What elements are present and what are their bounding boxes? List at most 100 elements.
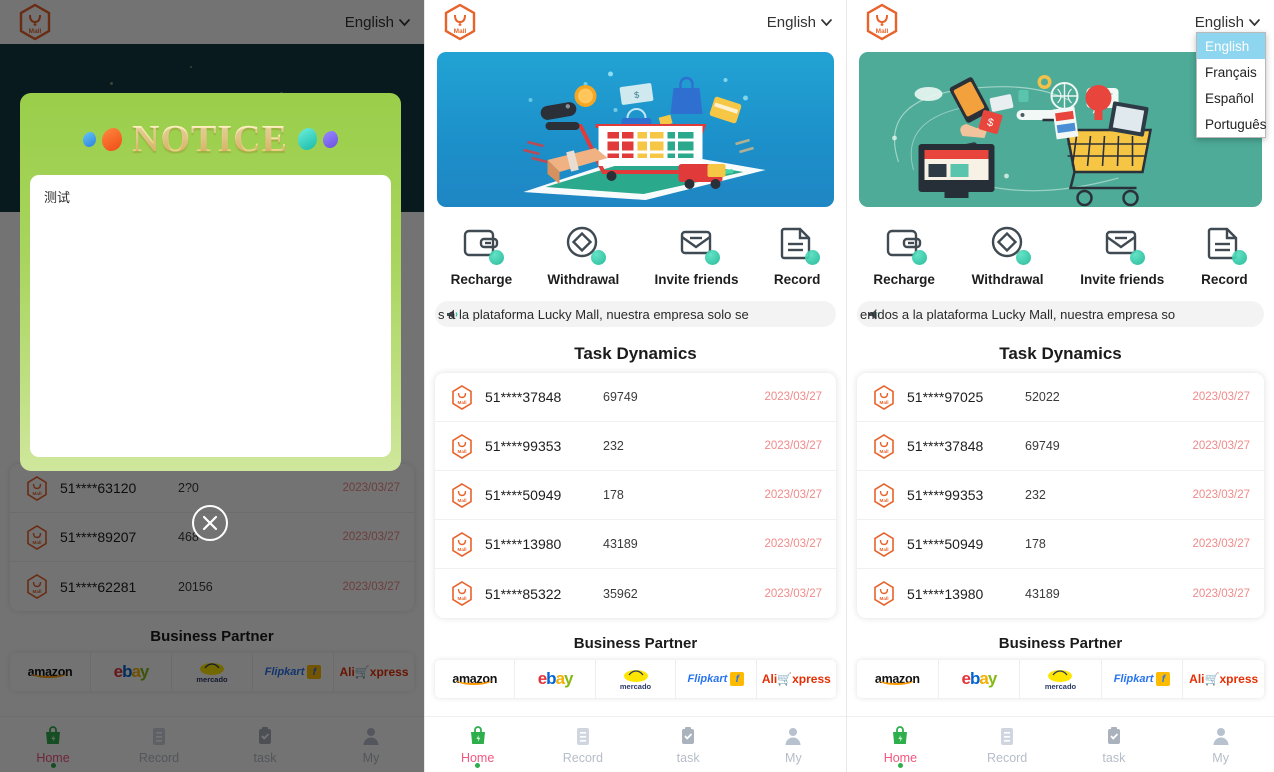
table-row[interactable]: Mall 51****99353 232 2023/03/27 <box>435 422 836 471</box>
clipboard-icon <box>995 724 1019 748</box>
nav-item-home[interactable]: Home <box>847 717 954 772</box>
table-row[interactable]: Mall 51****85322 35962 2023/03/27 <box>435 569 836 618</box>
action-record[interactable]: Record <box>774 223 820 287</box>
partner-ebay[interactable]: ebay <box>939 660 1021 698</box>
nav-item-record[interactable]: Record <box>954 717 1061 772</box>
language-label: English <box>766 13 816 31</box>
partner-flipkart[interactable]: Flipkartf <box>676 660 757 698</box>
date: 2023/03/27 <box>1192 440 1250 452</box>
quick-actions-right: Recharge Withdrawal Invite friends Recor… <box>847 207 1274 297</box>
table-row[interactable]: Mall 51****50949 178 2023/03/27 <box>857 520 1264 569</box>
svg-text:Mall: Mall <box>880 498 889 503</box>
partner-amazon[interactable]: amazon <box>857 660 939 698</box>
language-dropdown-menu[interactable]: English Français Español Português <box>1196 32 1267 138</box>
action-label: Recharge <box>450 272 513 287</box>
language-option-espanol[interactable]: Español <box>1197 85 1265 111</box>
document-icon <box>1204 223 1248 265</box>
svg-text:Mall: Mall <box>880 596 889 601</box>
nav-item-task[interactable]: task <box>1061 717 1168 772</box>
user-id: 51****99353 <box>907 487 984 503</box>
action-recharge[interactable]: Recharge <box>450 223 513 287</box>
action-label: Invite friends <box>1080 272 1165 287</box>
action-record[interactable]: Record <box>1201 223 1248 287</box>
svg-text:Mall: Mall <box>880 400 889 405</box>
date: 2023/03/27 <box>764 489 822 501</box>
active-indicator <box>475 763 481 768</box>
date: 2023/03/27 <box>1192 587 1250 600</box>
date: 2023/03/27 <box>764 391 822 403</box>
announcement-marquee-right[interactable]: enidos a la plataforma Lucky Mall, nuest… <box>857 301 1264 327</box>
user-avatar-icon: Mall <box>451 581 473 606</box>
language-option-francais[interactable]: Français <box>1197 59 1265 85</box>
promo-banner-blue[interactable]: $ <box>437 52 834 207</box>
nav-label: task <box>1102 751 1126 765</box>
partner-aliexpress[interactable]: Ali🛒xpress <box>1183 660 1264 698</box>
table-row[interactable]: Mall 51****50949 178 2023/03/27 <box>435 471 836 520</box>
action-recharge[interactable]: Recharge <box>873 223 935 287</box>
action-invite-friends[interactable]: Invite friends <box>655 223 739 287</box>
user-avatar-icon: Mall <box>873 482 895 508</box>
action-withdrawal[interactable]: Withdrawal <box>972 223 1044 287</box>
user-id: 51****50949 <box>485 487 562 503</box>
language-option-portugues[interactable]: Português <box>1197 111 1267 137</box>
nav-item-task[interactable]: task <box>636 717 741 772</box>
task-icon <box>1102 724 1126 748</box>
table-row[interactable]: Mall 51****37848 69749 2023/03/27 <box>435 373 836 422</box>
notice-header: NOTICE <box>30 103 391 175</box>
action-withdrawal[interactable]: Withdrawal <box>547 223 619 287</box>
amount: 43189 <box>603 537 638 551</box>
action-invite-friends[interactable]: Invite friends <box>1080 223 1164 287</box>
quick-actions-middle: Recharge Withdrawal Invite friends Recor… <box>425 207 846 297</box>
app-viewport-middle: Mall English $ Recharge Withdrawal Invit… <box>424 0 846 772</box>
table-row[interactable]: Mall 51****37848 69749 2023/03/27 <box>857 422 1264 471</box>
svg-text:Mall: Mall <box>876 28 889 35</box>
partner-mercado[interactable]: mercado <box>596 660 677 698</box>
amount: 178 <box>1025 537 1046 551</box>
partner-mercado[interactable]: mercado <box>1020 660 1102 698</box>
date: 2023/03/27 <box>1192 391 1250 403</box>
svg-text:Mall: Mall <box>458 498 467 503</box>
partner-aliexpress[interactable]: Ali🛒xpress <box>757 660 836 698</box>
partner-amazon[interactable]: amazon <box>435 660 516 698</box>
language-selector-middle[interactable]: English <box>767 14 832 31</box>
action-label: Recharge <box>873 272 935 287</box>
table-row[interactable]: Mall 51****13980 43189 2023/03/27 <box>857 569 1264 618</box>
nav-item-my[interactable]: My <box>741 717 846 772</box>
task-dynamics-title: Task Dynamics <box>574 344 697 363</box>
table-row[interactable]: Mall 51****99353 232 2023/03/27 <box>857 471 1264 520</box>
bottom-nav-right: Home Record task My <box>847 716 1274 772</box>
user-avatar-icon: Mall <box>873 581 895 606</box>
decor-blob-purple-icon <box>322 130 338 148</box>
nav-item-home[interactable]: Home <box>425 717 530 772</box>
user-id: 51****85322 <box>485 585 562 602</box>
business-partner-strip: amazon ebay mercado Flipkartf Ali🛒xpress <box>857 660 1264 698</box>
lucky-mall-logo-icon: Mall <box>443 3 477 41</box>
nav-item-my[interactable]: My <box>1167 717 1274 772</box>
amount: 232 <box>1025 488 1046 502</box>
partner-ebay[interactable]: ebay <box>515 660 596 698</box>
language-option-english[interactable]: English <box>1197 33 1265 59</box>
partner-flipkart[interactable]: Flipkartf <box>1102 660 1184 698</box>
close-icon[interactable] <box>192 505 228 541</box>
notice-body-text: 测试 <box>30 175 391 457</box>
decor-blob-blue-icon <box>83 131 97 147</box>
language-label: English <box>1194 13 1244 31</box>
user-avatar-icon: Mall <box>873 433 895 459</box>
task-icon <box>676 724 700 748</box>
three-panel-stage: Mall English Mall <box>0 0 1274 772</box>
nav-label: task <box>676 751 700 765</box>
announcement-marquee-middle[interactable]: s a la plataforma Lucky Mall, nuestra em… <box>435 301 836 327</box>
status-dot <box>1232 250 1248 265</box>
status-dot <box>1015 250 1031 265</box>
status-dot <box>704 250 720 265</box>
status-dot <box>591 250 607 265</box>
decor-blob-orange-icon <box>102 127 123 151</box>
notice-modal: NOTICE 测试 <box>20 93 401 471</box>
svg-text:Mall: Mall <box>458 547 467 552</box>
amount: 69749 <box>603 390 638 404</box>
nav-item-record[interactable]: Record <box>530 717 635 772</box>
language-selector-right[interactable]: English <box>1195 14 1260 31</box>
table-row[interactable]: Mall 51****97025 52022 2023/03/27 <box>857 373 1264 422</box>
business-partner-title: Business Partner <box>573 635 698 652</box>
table-row[interactable]: Mall 51****13980 43189 2023/03/27 <box>435 520 836 569</box>
